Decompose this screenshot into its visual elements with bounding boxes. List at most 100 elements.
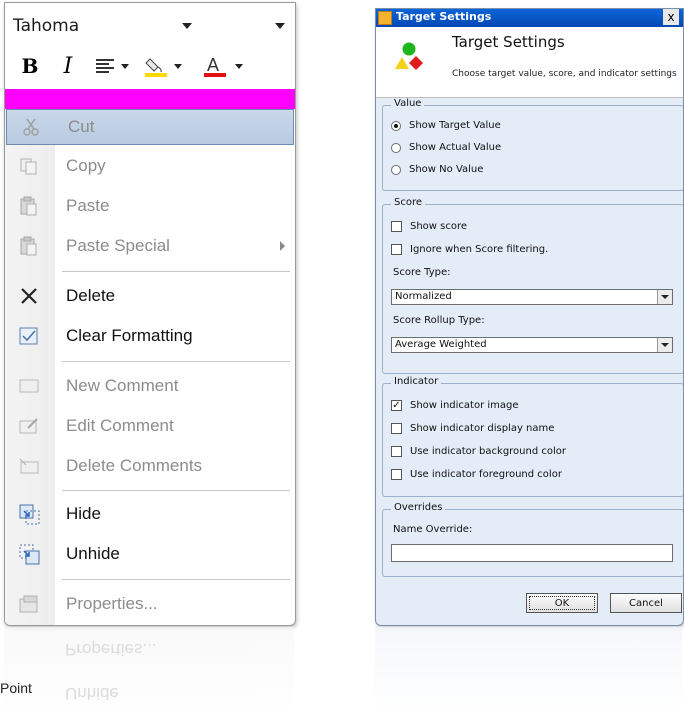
group-caption: Indicator xyxy=(391,376,442,387)
menu-item-label: Clear Formatting xyxy=(66,326,193,345)
target-settings-dialog: Target Settings x Target Settings Choose… xyxy=(375,8,684,626)
group-caption: Overrides xyxy=(391,502,446,513)
checkbox[interactable] xyxy=(391,221,402,232)
menu-item-label: Delete xyxy=(66,286,116,305)
properties-icon xyxy=(17,593,41,615)
menu-item-cut[interactable]: Cut xyxy=(6,109,294,145)
italic-button[interactable]: I xyxy=(57,51,79,81)
menu-item-delete[interactable]: Delete xyxy=(5,279,295,313)
unhide-icon xyxy=(17,543,41,565)
dialog-subheading: Choose target value, score, and indicato… xyxy=(452,69,677,79)
menu-item-edit-comment[interactable]: Edit Comment xyxy=(5,409,295,443)
copy-icon xyxy=(17,155,41,177)
font-color-button[interactable]: A xyxy=(201,51,245,81)
chevron-down-icon[interactable] xyxy=(657,338,672,352)
menu-item-delete-comments[interactable]: Delete Comments xyxy=(5,449,295,483)
align-icon xyxy=(96,59,114,73)
menu-item-label: Unhide xyxy=(66,544,120,563)
checkbox[interactable] xyxy=(391,446,402,457)
menu-item-label: Properties... xyxy=(66,594,158,613)
cancel-button[interactable]: Cancel xyxy=(610,593,682,613)
menu-item-label: Copy xyxy=(66,156,106,175)
dialog-header: Target Settings Choose target value, sco… xyxy=(376,27,683,98)
font-color-icon: A xyxy=(204,55,226,77)
checkbox-label: Use indicator foreground color xyxy=(410,469,562,480)
checkbox-label: Show indicator display name xyxy=(410,423,555,434)
fill-bucket-icon xyxy=(145,58,167,77)
menu-item-unhide[interactable]: Unhide xyxy=(5,537,295,571)
checkbox-label: Ignore when Score filtering. xyxy=(410,244,549,255)
overrides-group: Overrides Name Override: xyxy=(382,502,683,577)
font-name-value: Tahoma xyxy=(13,16,80,36)
checkbox[interactable]: ✓ xyxy=(391,400,402,411)
menu-item-label: Paste Special xyxy=(66,236,170,255)
radio-button[interactable] xyxy=(391,164,401,175)
chevron-down-icon[interactable] xyxy=(121,63,129,69)
menu-separator xyxy=(62,361,290,362)
reflection-label: Unhide xyxy=(65,684,119,703)
checkbox[interactable] xyxy=(391,423,402,434)
font-name-combo[interactable]: Tahoma xyxy=(13,11,198,41)
chevron-down-icon[interactable] xyxy=(275,23,285,29)
checkbox-ignore-filtering[interactable]: Ignore when Score filtering. xyxy=(391,244,548,255)
menu-reflection: Properties... Unhide xyxy=(4,627,294,716)
close-button[interactable]: x xyxy=(663,9,679,25)
menu-item-new-comment[interactable]: New Comment xyxy=(5,369,295,403)
select-value: Average Weighted xyxy=(395,339,487,350)
menu-item-paste-special[interactable]: Paste Special xyxy=(5,229,295,263)
name-override-input[interactable] xyxy=(391,544,673,562)
group-caption: Value xyxy=(391,98,425,109)
hide-icon xyxy=(17,503,41,525)
checkbox-show-indicator-name[interactable]: Show indicator display name xyxy=(391,423,554,434)
window-title: Target Settings xyxy=(396,10,492,23)
reflection-label: Properties... xyxy=(65,640,157,659)
checkbox[interactable] xyxy=(391,244,402,255)
radio-show-target-value[interactable]: Show Target Value xyxy=(391,120,501,131)
checkbox-show-indicator-image[interactable]: ✓ Show indicator image xyxy=(391,400,519,411)
fill-color-button[interactable] xyxy=(143,51,183,81)
radio-button[interactable] xyxy=(391,142,401,153)
score-group: Score Show score Ignore when Score filte… xyxy=(382,197,683,374)
align-button[interactable] xyxy=(95,51,129,81)
menu-item-paste[interactable]: Paste xyxy=(5,189,295,223)
chevron-down-icon[interactable] xyxy=(182,23,192,29)
checkbox-label: Use indicator background color xyxy=(410,446,567,457)
score-type-select[interactable]: Normalized xyxy=(391,289,673,305)
chevron-down-icon[interactable] xyxy=(235,63,243,69)
ok-button[interactable]: OK xyxy=(526,593,598,613)
mini-toolbar: Tahoma B I A xyxy=(5,3,295,89)
score-type-label: Score Type: xyxy=(393,267,451,278)
score-rollup-select[interactable]: Average Weighted xyxy=(391,337,673,353)
font-size-combo[interactable] xyxy=(211,11,291,41)
indicator-shapes-icon xyxy=(395,42,423,70)
chevron-down-icon[interactable] xyxy=(174,63,182,69)
radio-label: Show Actual Value xyxy=(409,142,502,153)
new-comment-icon xyxy=(17,375,41,397)
chevron-down-icon[interactable] xyxy=(657,290,672,304)
checkbox-indicator-bg-color[interactable]: Use indicator background color xyxy=(391,446,566,457)
paste-icon xyxy=(17,195,41,217)
checkbox-indicator-fg-color[interactable]: Use indicator foreground color xyxy=(391,469,562,480)
dialog-heading: Target Settings xyxy=(452,33,565,51)
svg-text:A: A xyxy=(207,55,219,75)
menu-item-clear-formatting[interactable]: Clear Formatting xyxy=(5,319,295,353)
checkbox-show-score[interactable]: Show score xyxy=(391,221,467,232)
menu-separator xyxy=(62,271,290,272)
edit-comment-icon xyxy=(17,415,41,437)
radio-label: Show No Value xyxy=(409,164,484,175)
menu-item-hide[interactable]: Hide xyxy=(5,497,295,531)
radio-show-no-value[interactable]: Show No Value xyxy=(391,164,483,175)
side-text: Point xyxy=(0,680,32,696)
menu-item-label: Hide xyxy=(66,504,101,523)
bold-button[interactable]: B xyxy=(19,51,41,81)
menu-item-properties[interactable]: Properties... xyxy=(5,587,295,621)
color-strip xyxy=(5,89,295,109)
checkbox[interactable] xyxy=(391,469,402,480)
menu-separator xyxy=(62,490,290,491)
radio-show-actual-value[interactable]: Show Actual Value xyxy=(391,142,501,153)
checkbox-label: Show score xyxy=(410,221,468,232)
delete-comments-icon xyxy=(17,455,41,477)
radio-button[interactable] xyxy=(391,120,401,131)
menu-item-copy[interactable]: Copy xyxy=(5,149,295,183)
menu-item-label: Cut xyxy=(68,117,95,136)
